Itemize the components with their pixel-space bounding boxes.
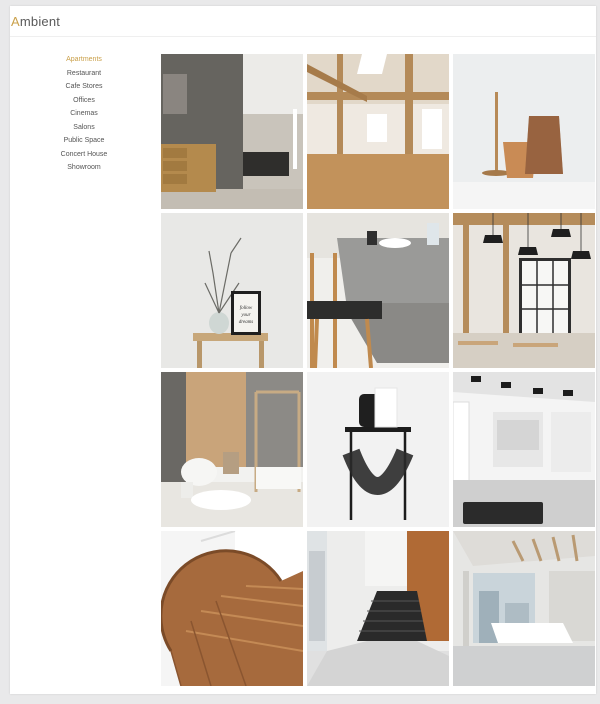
gallery-tile[interactable] <box>453 54 595 209</box>
black-side-table-photo <box>307 372 449 527</box>
logo-initial: A <box>11 14 20 29</box>
skylight-lobby-photo <box>453 531 595 686</box>
nav-item-cafe-stores[interactable]: Cafe Stores <box>44 80 124 94</box>
gallery-tile[interactable] <box>307 213 449 368</box>
spiral-staircase-photo <box>161 531 303 686</box>
nav-item-concert-house[interactable]: Concert House <box>44 148 124 162</box>
frame-text-3: dreams <box>239 320 254 325</box>
copper-vases-photo <box>453 54 595 209</box>
pendant-lamp-cafe-photo <box>453 213 595 368</box>
gallery-tile[interactable] <box>453 213 595 368</box>
stair-hall-photo <box>307 531 449 686</box>
gallery-tile[interactable] <box>161 531 303 686</box>
nav-item-public-space[interactable]: Public Space <box>44 134 124 148</box>
bedroom-wood-wall-photo <box>161 372 303 527</box>
gallery-tile[interactable] <box>307 531 449 686</box>
gallery-tile[interactable]: follow your dreams <box>161 213 303 368</box>
gallery-grid: follow your dreams <box>161 54 596 686</box>
gallery-tile[interactable] <box>307 54 449 209</box>
dining-table-chair-photo <box>307 213 449 368</box>
frame-text-1: follow <box>240 306 253 311</box>
logo-text: mbient <box>19 14 61 29</box>
branch-vase-frame-photo: follow your dreams <box>161 213 303 368</box>
gallery-tile[interactable] <box>161 372 303 527</box>
nav-item-restaurant[interactable]: Restaurant <box>44 67 124 81</box>
gallery-tile[interactable] <box>453 372 595 527</box>
category-nav: Apartments Restaurant Cafe Stores Office… <box>44 53 124 175</box>
nav-item-showroom[interactable]: Showroom <box>44 161 124 175</box>
nav-item-salons[interactable]: Salons <box>44 121 124 135</box>
white-showroom-photo <box>453 372 595 527</box>
gallery-tile[interactable] <box>453 531 595 686</box>
nav-item-cinemas[interactable]: Cinemas <box>44 107 124 121</box>
logo[interactable]: Ambient <box>11 14 60 29</box>
gallery-tile[interactable] <box>161 54 303 209</box>
nav-item-apartments[interactable]: Apartments <box>44 53 124 67</box>
header: Ambient <box>10 6 596 37</box>
gallery-tile[interactable] <box>307 372 449 527</box>
nav-item-offices[interactable]: Offices <box>44 94 124 108</box>
concrete-wall-living-room-photo <box>161 54 303 209</box>
frame-text-2: your <box>240 313 250 318</box>
wooden-beam-loft-photo <box>307 54 449 209</box>
page: Ambient Apartments Restaurant Cafe Store… <box>10 6 596 694</box>
